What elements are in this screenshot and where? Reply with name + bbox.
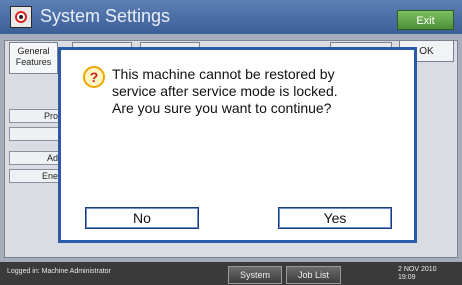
date-time: 2 NOV 2010 19:09 — [398, 266, 437, 282]
status-bar: Logged in: Machine Administrator System … — [0, 262, 462, 285]
confirm-dialog: ? This machine cannot be restored by ser… — [58, 47, 417, 243]
message-line: Are you sure you want to continue? — [112, 100, 332, 116]
sidebar-item-3[interactable]: Ad — [9, 151, 61, 165]
dialog-message: This machine cannot be restored by servi… — [112, 66, 402, 117]
exit-button[interactable]: Exit — [397, 10, 454, 30]
message-line: This machine cannot be restored by — [112, 66, 335, 82]
sidebar-item-4[interactable]: Ene — [9, 169, 61, 183]
yes-button[interactable]: Yes — [278, 207, 392, 229]
sidebar-item-2[interactable] — [9, 127, 61, 141]
system-status-button[interactable]: System Status — [228, 266, 282, 284]
no-button[interactable]: No — [85, 207, 199, 229]
title-bar: System Settings Exit — [0, 0, 462, 34]
window-title: System Settings — [40, 6, 171, 26]
job-list-button[interactable]: Job List — [286, 266, 341, 284]
screen: System Settings Exit General Features OK… — [0, 0, 462, 285]
sidebar-item-1[interactable]: Pro — [9, 109, 61, 123]
date-text: 2 NOV 2010 — [398, 266, 437, 273]
tab-general-features[interactable]: General Features — [9, 42, 58, 74]
message-line: service after service mode is locked. — [112, 83, 338, 99]
tab-general-features-label: General Features — [15, 46, 52, 67]
system-settings-icon — [10, 6, 32, 28]
question-icon: ? — [83, 66, 105, 88]
time-text: 19:09 — [398, 274, 416, 281]
login-status: Logged in: Machine Administrator — [7, 268, 111, 275]
